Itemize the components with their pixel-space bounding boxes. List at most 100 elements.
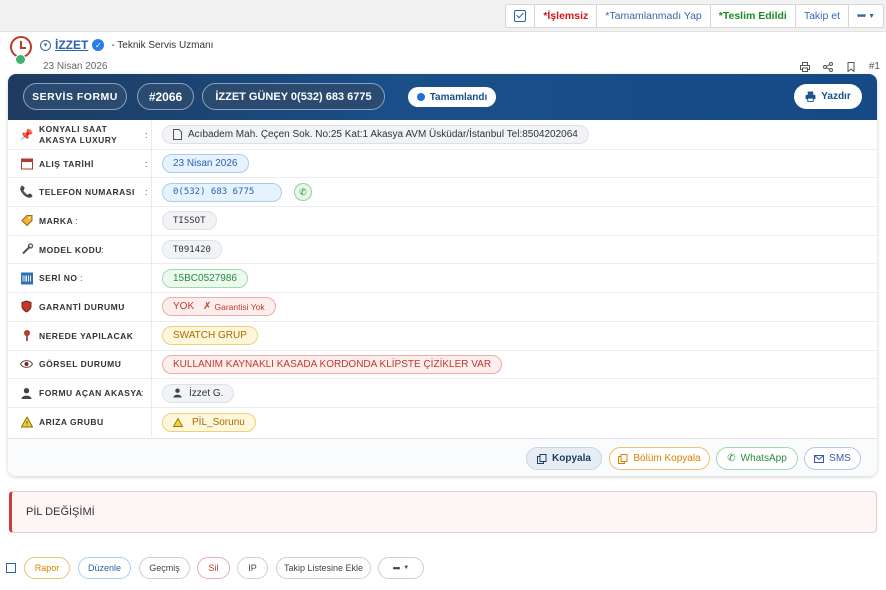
user-icon [20, 387, 33, 400]
field-label: SERİ NO [39, 273, 78, 284]
add-to-watchlist-button[interactable]: Takip Listesine Ekle [276, 557, 371, 579]
chevron-down-icon: ▼ [868, 12, 875, 20]
call-phone-icon[interactable]: ✆ [294, 183, 312, 202]
select-checkbox-button[interactable] [506, 5, 536, 27]
document-icon [173, 129, 182, 141]
divider [151, 235, 152, 264]
pin-icon: 📌 [19, 129, 34, 142]
divider [151, 379, 152, 407]
divider [151, 293, 152, 321]
warning-icon [173, 417, 183, 427]
whatsapp-label: WhatsApp [740, 453, 787, 464]
field-value-date: 23 Nisan 2026 [162, 154, 249, 174]
service-form-card: SERVİS FORMU #2066 İZZET GÜNEY 0(532) 68… [8, 74, 877, 476]
field-value-serial: 15BC0527986 [162, 268, 248, 288]
field-value-brand: TISSOT [162, 211, 217, 231]
tag-icon [20, 214, 33, 227]
fault-group-text: PİL_Sorunu [192, 416, 245, 428]
more-dots-icon: ••• [857, 10, 866, 22]
more-menu-button[interactable]: ••• ▼ [849, 5, 883, 27]
field-row-phone: 📞 TELEFON NUMARASI : 0(532) 683 6775 ✆ [8, 178, 877, 208]
report-button[interactable]: Rapor [24, 557, 70, 579]
ip-button[interactable]: IP [237, 557, 268, 579]
field-label: FORMU AÇAN AKASYA [39, 388, 143, 399]
top-toolbar: *İşlemsiz *Tamamlanmadı Yap *Teslim Edil… [0, 0, 886, 32]
divider [151, 264, 152, 293]
section-copy-label: Bölüm Kopyala [633, 453, 701, 464]
post-index[interactable]: #1 [869, 61, 880, 72]
customer-info: İZZET GÜNEY 0(532) 683 6775 [202, 83, 385, 110]
field-row-serial: SERİ NO : 15BC0527986 [8, 264, 877, 294]
author-role: - Teknik Servis Uzmanı [111, 39, 214, 51]
svg-text:!: ! [26, 422, 28, 428]
field-label: KONYALI SAAT AKASYA LUXURY [39, 123, 118, 145]
service-form-header: SERVİS FORMU #2066 İZZET GÜNEY 0(532) 68… [8, 74, 877, 120]
bookmark-icon[interactable] [846, 61, 856, 72]
divider [151, 350, 152, 379]
status-button-group: *İşlemsiz *Tamamlanmadı Yap *Teslim Edil… [505, 4, 884, 28]
field-colon: : [101, 244, 104, 255]
copy-icon [537, 453, 547, 464]
map-pin-icon [20, 329, 33, 342]
field-row-store: 📌 KONYALI SAAT AKASYA LUXURY : Acıbadem … [8, 121, 877, 150]
delete-button[interactable]: Sil [197, 557, 230, 579]
field-value-visual: KULLANIM KAYNAKLI KASADA KORDONDA KLİPST… [162, 354, 503, 374]
checkbox-icon [514, 10, 527, 22]
section-copy-button[interactable]: Bölüm Kopyala [609, 447, 710, 470]
unprocessed-button[interactable]: *İşlemsiz [535, 5, 598, 27]
calendar-icon [20, 157, 33, 170]
warning-icon: ! [20, 416, 33, 429]
barcode-icon [20, 272, 33, 285]
collapse-chevron-icon[interactable]: ▾ [40, 39, 51, 51]
sms-button[interactable]: SMS [804, 447, 861, 470]
warranty-note: Garantisi Yok [214, 301, 265, 312]
note-text: PİL DEĞİŞİMİ [26, 506, 95, 518]
field-row-opened-by: FORMU AÇAN AKASYA : İzzet G. [8, 379, 877, 408]
print-button[interactable]: Yazdır [794, 84, 862, 109]
shield-icon [20, 300, 33, 313]
field-colon: : [101, 417, 104, 428]
field-colon: : [117, 359, 120, 370]
field-colon: : [80, 273, 83, 284]
author-name[interactable]: İZZET [55, 38, 88, 52]
follow-button[interactable]: Takip et [796, 5, 850, 27]
field-value-location: SWATCH GRUP [162, 326, 258, 346]
divider [151, 207, 152, 235]
history-button[interactable]: Geçmiş [139, 557, 190, 579]
field-value-phone[interactable]: 0(532) 683 6775 [162, 182, 282, 202]
online-status-icon [15, 54, 26, 65]
edit-button[interactable]: Düzenle [78, 557, 131, 579]
verified-badge-icon: ✓ [92, 39, 105, 51]
field-value-opened-by: İzzet G. [162, 383, 235, 403]
select-checkbox[interactable] [6, 563, 16, 573]
more-actions-button[interactable]: ••• ▼ [378, 557, 424, 579]
divider [151, 321, 152, 350]
print-icon[interactable] [799, 61, 810, 72]
field-row-warranty: GARANTİ DURUMU : YOK ✗ Garantisi Yok [8, 293, 877, 322]
divider [151, 149, 152, 178]
field-label: MODEL KODU [39, 244, 102, 255]
sms-label: SMS [829, 453, 851, 464]
status-badge: Tamamlandı [408, 87, 496, 107]
copy-label: Kopyala [552, 453, 591, 464]
copy-button[interactable]: Kopyala [526, 447, 602, 470]
field-label: ARIZA GRUBU [39, 417, 104, 428]
field-value-model: T091420 [162, 240, 222, 260]
divider [151, 121, 152, 149]
divider [151, 407, 152, 437]
field-colon: : [145, 129, 148, 140]
eye-icon [20, 358, 33, 371]
share-icon[interactable] [822, 61, 833, 72]
field-colon: : [121, 330, 124, 341]
form-fields: 📌 KONYALI SAAT AKASYA LUXURY : Acıbadem … [8, 121, 877, 437]
form-title: SERVİS FORMU [23, 83, 127, 110]
status-dot-icon [416, 93, 425, 101]
user-icon [173, 388, 182, 398]
whatsapp-button[interactable]: ✆ WhatsApp [716, 447, 798, 470]
copy-icon [618, 453, 628, 464]
field-row-purchase-date: ALIŞ TARİHİ : 23 Nisan 2026 [8, 149, 877, 179]
field-value-warranty: YOK ✗ Garantisi Yok [162, 297, 276, 317]
delivered-button[interactable]: *Teslim Edildi [711, 5, 796, 27]
mark-incomplete-button[interactable]: *Tamamlanmadı Yap [597, 5, 711, 27]
field-value-fault-group: PİL_Sorunu [162, 412, 256, 432]
